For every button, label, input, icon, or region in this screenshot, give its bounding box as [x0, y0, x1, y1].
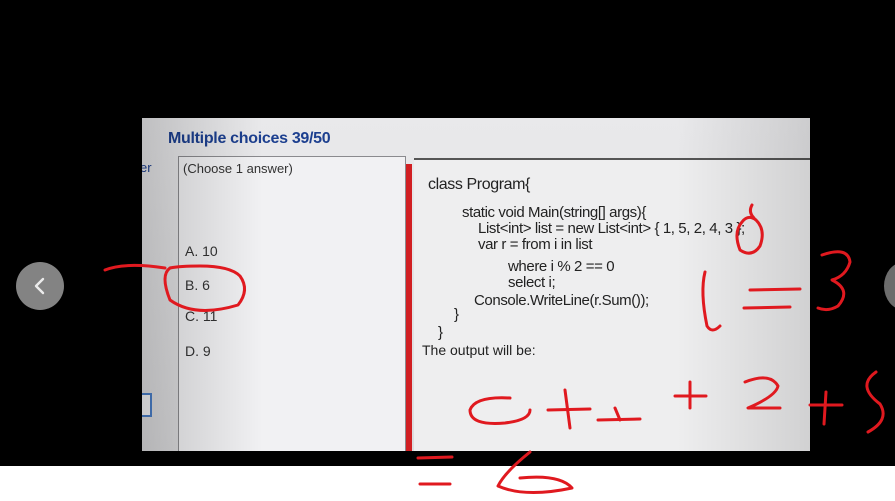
code-line: Console.WriteLine(r.Sum());	[474, 292, 649, 309]
annotation-mark	[416, 455, 454, 460]
code-line: List<int> list = new List<int> { 1, 5, 2…	[478, 220, 745, 237]
background-strip	[0, 466, 895, 501]
answer-instruction: (Choose 1 answer)	[183, 161, 293, 176]
option-b[interactable]: B. 6	[185, 277, 210, 293]
annotation-mark	[816, 250, 852, 312]
quiz-heading: Multiple choices 39/50	[168, 130, 331, 147]
annotation-mark	[865, 370, 885, 434]
previous-button[interactable]	[16, 262, 64, 310]
code-line: }	[454, 306, 459, 323]
code-line: static void Main(string[] args){	[462, 204, 646, 221]
code-line: where i % 2 == 0	[508, 258, 615, 275]
cut-off-label: er	[142, 160, 152, 175]
option-a[interactable]: A. 10	[185, 243, 218, 259]
quiz-photo: Multiple choices 39/50 er (Choose 1 answ…	[142, 118, 810, 451]
annotation-mark	[822, 390, 828, 426]
code-line: var r = from i in list	[478, 236, 593, 253]
question-prompt: The output will be:	[422, 342, 536, 358]
option-c[interactable]: C. 11	[185, 308, 217, 324]
code-line: class Program{	[428, 176, 530, 193]
submit-checkbox[interactable]	[142, 393, 152, 417]
code-line: }	[438, 324, 443, 341]
chevron-left-icon	[34, 277, 45, 295]
next-button[interactable]	[884, 262, 895, 310]
option-d[interactable]: D. 9	[185, 343, 211, 359]
question-panel: class Program{ static void Main(string[]…	[414, 158, 810, 451]
code-line: select i;	[508, 274, 556, 291]
panel-divider	[406, 164, 412, 451]
answer-panel: (Choose 1 answer) A. 10 B. 6 C. 11 D. 9	[178, 156, 406, 451]
